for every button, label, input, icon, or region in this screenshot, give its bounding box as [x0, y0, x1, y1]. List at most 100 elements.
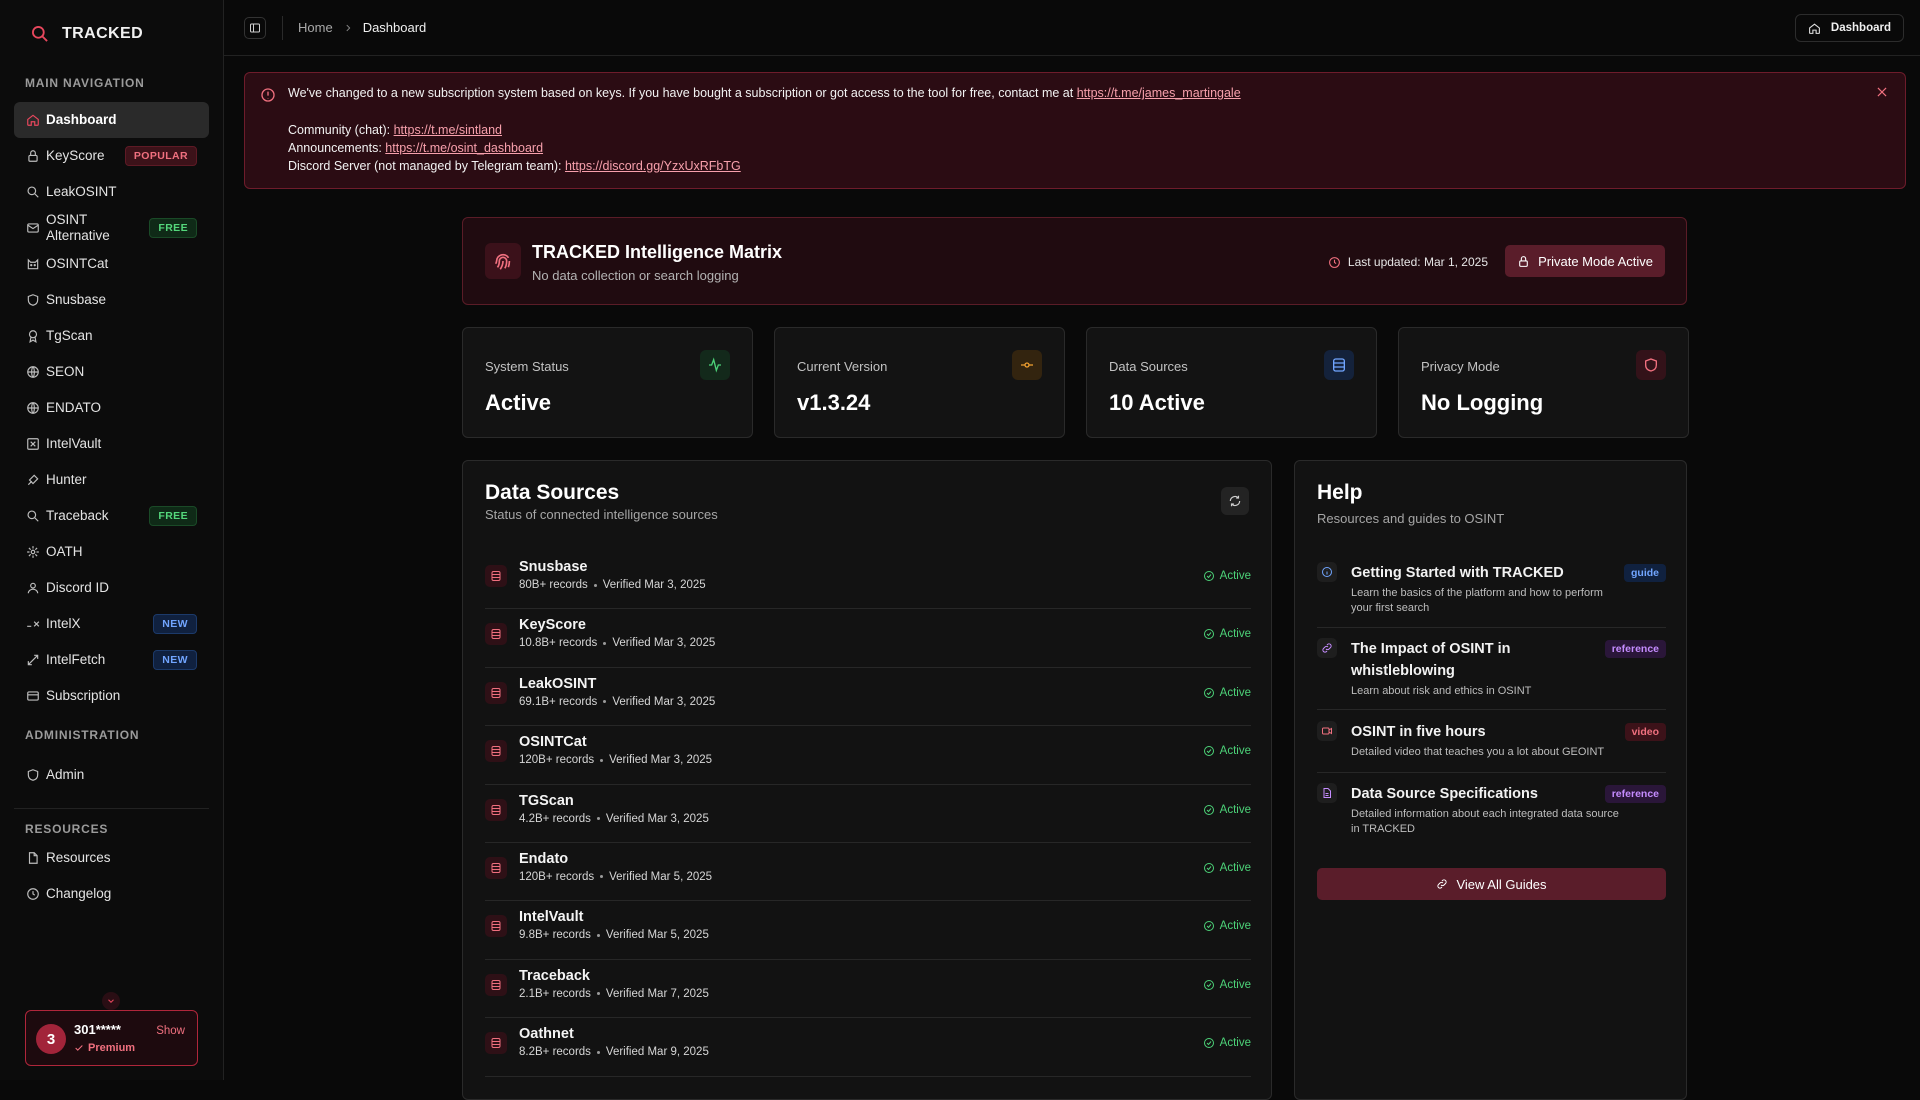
user-icon	[26, 581, 40, 595]
data-source-row[interactable]: TGScan 4.2B+ records Verified Mar 3, 2025…	[485, 785, 1251, 843]
source-name: Traceback	[519, 967, 590, 984]
lock-icon	[26, 149, 40, 163]
source-verified: Verified Mar 9, 2025	[605, 1046, 709, 1059]
sidebar-item-admin[interactable]: Admin	[14, 757, 209, 793]
sidebar-item-hunter[interactable]: Hunter	[14, 462, 209, 498]
topbar: Home Dashboard Dashboard	[224, 0, 1920, 56]
check-icon	[75, 1045, 83, 1051]
data-source-row[interactable]: Oathnet 8.2B+ records Verified Mar 9, 202…	[485, 1018, 1251, 1077]
main-navigation: Dashboard KeyScore POPULAR LeakOSINT OSI…	[14, 102, 209, 714]
check-circle-icon	[1203, 804, 1214, 815]
refresh-button[interactable]	[1221, 487, 1249, 515]
user-card[interactable]: 3 301***** Premium Show	[25, 1010, 198, 1066]
sidebar-item-discord-id[interactable]: Discord ID	[14, 570, 209, 606]
data-source-row[interactable]: LeakOSINT 69.1B+ records Verified Mar 3, …	[485, 668, 1251, 727]
source-meta: 10.8B+ records Verified Mar 3, 2025	[519, 637, 715, 649]
sidebar-item-intelx[interactable]: IntelX NEW	[14, 606, 209, 642]
status-badge: Active	[1203, 1037, 1251, 1049]
guide-item[interactable]: Data Source Specifications Detailed info…	[1317, 783, 1666, 849]
chevron-down-icon[interactable]	[102, 992, 120, 1010]
data-source-row[interactable]: KeyScore 10.8B+ records Verified Mar 3, 2…	[485, 609, 1251, 668]
separator-dot	[600, 758, 604, 762]
sidebar-item-leakosint[interactable]: LeakOSINT	[14, 174, 209, 210]
data-source-row[interactable]: OSINTCat 120B+ records Verified Mar 3, 20…	[485, 726, 1251, 785]
sidebar-item-label: Admin	[46, 767, 85, 782]
data-source-row[interactable]: IntelVault 9.8B+ records Verified Mar 5, …	[485, 901, 1251, 960]
guide-description: Learn the basics of the platform and how…	[1351, 587, 1603, 614]
clock-icon	[26, 887, 40, 901]
sidebar-item-oath[interactable]: OATH	[14, 534, 209, 570]
sidebar-item-label: OSINTCat	[46, 256, 109, 271]
sidebar-item-resources[interactable]: Resources	[14, 840, 209, 876]
separator-dot	[596, 1050, 600, 1054]
sidebar-item-label: LeakOSINT	[46, 184, 117, 199]
database-icon	[485, 973, 507, 996]
source-verified: Verified Mar 3, 2025	[612, 695, 716, 708]
sidebar-item-intelfetch[interactable]: IntelFetch NEW	[14, 642, 209, 678]
data-source-row[interactable]: Snusbase 80B+ records Verified Mar 3, 202…	[485, 551, 1251, 610]
source-meta: 8.2B+ records Verified Mar 9, 2025	[519, 1046, 709, 1058]
sidebar-item-snusbase[interactable]: Snusbase	[14, 282, 209, 318]
sidebar-item-osintcat[interactable]: OSINTCat	[14, 246, 209, 282]
status-text: Active	[1219, 628, 1251, 641]
guide-item[interactable]: The Impact of OSINT in whistleblowing Le…	[1317, 638, 1666, 710]
status-badge: Active	[1203, 570, 1251, 582]
sidebar-item-keyscore[interactable]: KeyScore POPULAR	[14, 138, 209, 174]
sidebar-item-intelvault[interactable]: IntelVault	[14, 426, 209, 462]
sidebar-item-label: SEON	[46, 364, 85, 379]
sidebar-item-label: Subscription	[46, 688, 121, 703]
status-badge: Active	[1203, 628, 1251, 640]
search-icon	[26, 185, 40, 199]
announcements-link[interactable]: https://t.me/osint_dashboard	[385, 141, 543, 155]
sidebar-item-endato[interactable]: ENDATO	[14, 390, 209, 426]
guide-tag: video	[1624, 723, 1666, 741]
sidebar-item-dashboard[interactable]: Dashboard	[14, 102, 209, 138]
video-icon	[1317, 721, 1337, 741]
sidebar-item-label: Snusbase	[46, 292, 107, 307]
community-link[interactable]: https://t.me/sintland	[394, 123, 502, 137]
sidebar-item-tgscan[interactable]: TgScan	[14, 318, 209, 354]
breadcrumb-home[interactable]: Home	[298, 20, 333, 35]
matrix-subtitle: No data collection or search logging	[532, 268, 739, 283]
sidebar-item-label: Hunter	[46, 472, 87, 487]
check-circle-icon	[1203, 979, 1214, 990]
status-badge: Active	[1203, 804, 1251, 816]
data-source-row[interactable]: Traceback 2.1B+ records Verified Mar 7, 2…	[485, 960, 1251, 1019]
contact-link[interactable]: https://t.me/james_martingale	[1077, 86, 1241, 100]
help-title: Help	[1317, 481, 1363, 504]
sidebar-item-subscription[interactable]: Subscription	[14, 678, 209, 714]
commit-icon	[1012, 350, 1042, 380]
guide-item[interactable]: OSINT in five hours Detailed video that …	[1317, 721, 1666, 773]
close-icon[interactable]	[1875, 85, 1889, 99]
target-icon	[26, 473, 40, 487]
sidebar-item-label: TgScan	[46, 328, 93, 343]
private-mode-label: Private Mode Active	[1538, 253, 1653, 269]
x-icon	[26, 617, 40, 631]
sidebar-item-changelog[interactable]: Changelog	[14, 876, 209, 912]
source-meta: 4.2B+ records Verified Mar 3, 2025	[519, 813, 709, 825]
dashboard-button[interactable]: Dashboard	[1794, 14, 1904, 42]
sidebar-toggle-button[interactable]	[244, 17, 266, 39]
source-records: 4.2B+ records	[519, 812, 591, 825]
guide-item[interactable]: Getting Started with TRACKED Learn the b…	[1317, 562, 1666, 628]
check-circle-icon	[1203, 746, 1214, 757]
data-sources-subtitle: Status of connected intelligence sources	[485, 507, 718, 522]
brand[interactable]: TRACKED	[30, 24, 143, 44]
show-button[interactable]: Show	[156, 1025, 185, 1037]
database-icon	[485, 1032, 507, 1055]
alert-text: We've changed to a new subscription syst…	[288, 86, 1077, 100]
database-icon	[1324, 350, 1354, 380]
divider	[282, 16, 283, 40]
separator-dot	[593, 583, 597, 587]
sidebar-item-traceback[interactable]: Traceback FREE	[14, 498, 209, 534]
sidebar-item-osint-alternative[interactable]: OSINT Alternative FREE	[14, 210, 209, 246]
sidebar-item-seon[interactable]: SEON	[14, 354, 209, 390]
user-name: 301*****	[74, 1022, 121, 1037]
stat-card-system-status: System Status Active	[462, 327, 753, 438]
private-mode-button[interactable]: Private Mode Active	[1505, 245, 1665, 277]
discord-link[interactable]: https://discord.gg/YzxUxRFbTG	[565, 159, 741, 173]
view-all-guides-button[interactable]: View All Guides	[1317, 868, 1666, 900]
data-source-row[interactable]: Endato 120B+ records Verified Mar 5, 2025…	[485, 843, 1251, 902]
administration-title: ADMINISTRATION	[25, 728, 140, 742]
stat-label: Data Sources	[1109, 359, 1188, 374]
